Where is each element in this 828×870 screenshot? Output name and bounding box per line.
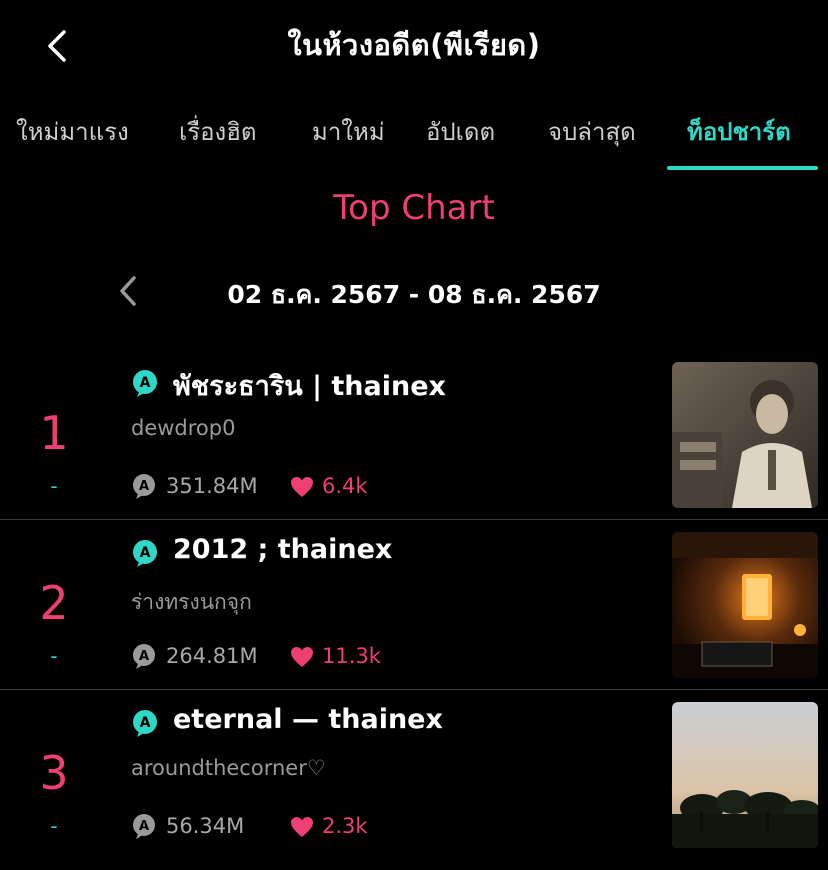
svg-text:A: A bbox=[140, 375, 151, 391]
active-tab-indicator bbox=[667, 166, 818, 170]
svg-text:A: A bbox=[139, 649, 149, 664]
row-divider bbox=[0, 689, 828, 690]
views-icon: A bbox=[133, 644, 155, 669]
tab-trending[interactable]: ใหม่มาแรง bbox=[16, 112, 129, 151]
story-cover[interactable] bbox=[672, 702, 818, 848]
date-range: 02 ธ.ค. 2567 - 08 ธ.ค. 2567 bbox=[227, 280, 601, 309]
chart-heading: Top Chart bbox=[333, 188, 495, 228]
svg-text:A: A bbox=[140, 715, 151, 731]
row-divider bbox=[0, 519, 828, 520]
heart-icon bbox=[291, 477, 313, 497]
story-cover[interactable] bbox=[672, 532, 818, 678]
views-icon: A bbox=[133, 814, 155, 839]
story-title[interactable]: eternal — thainex bbox=[173, 704, 443, 735]
svg-text:A: A bbox=[139, 479, 149, 494]
view-count: 56.34M bbox=[166, 814, 245, 838]
tab-completed[interactable]: จบล่าสุด bbox=[548, 112, 636, 151]
rank-change: - bbox=[50, 644, 58, 668]
chart-row[interactable]: 2 - A 2012 ; thainex ร่างทรงนกจุก A 264.… bbox=[0, 530, 828, 700]
rank-number: 2 bbox=[39, 576, 69, 630]
app-header: ในห้วงอดีต(พีเรียด) bbox=[0, 0, 828, 90]
story-title[interactable]: 2012 ; thainex bbox=[173, 534, 392, 565]
view-count: 351.84M bbox=[166, 474, 258, 498]
rank-number: 1 bbox=[39, 406, 69, 460]
tab-updated[interactable]: อัปเดต bbox=[426, 112, 495, 151]
story-author[interactable]: aroundthecorner♡ bbox=[131, 756, 326, 780]
rank-change: - bbox=[50, 814, 58, 838]
tab-new[interactable]: มาใหม่ bbox=[312, 112, 385, 151]
like-count: 11.3k bbox=[322, 644, 381, 668]
story-title[interactable]: พัชระธาริน | thainex bbox=[173, 364, 446, 407]
heart-icon bbox=[291, 647, 313, 667]
story-author[interactable]: ร่างทรงนกจุก bbox=[131, 586, 252, 619]
story-badge-icon: A bbox=[133, 710, 157, 737]
rank-change: - bbox=[50, 474, 58, 498]
heart-icon bbox=[291, 817, 313, 837]
story-author[interactable]: dewdrop0 bbox=[131, 416, 235, 440]
svg-text:A: A bbox=[139, 819, 149, 834]
story-badge-icon: A bbox=[133, 370, 157, 397]
chart-row[interactable]: 1 - A พัชระธาริน | thainex dewdrop0 A 35… bbox=[0, 360, 828, 530]
view-count: 264.81M bbox=[166, 644, 258, 668]
story-badge-icon: A bbox=[133, 540, 157, 567]
category-tabs: ใหม่มาแรง เรื่องฮิต มาใหม่ อัปเดต จบล่าส… bbox=[0, 100, 828, 172]
views-icon: A bbox=[133, 474, 155, 499]
like-count: 2.3k bbox=[322, 814, 368, 838]
page-title: ในห้วงอดีต(พีเรียด) bbox=[287, 28, 541, 62]
like-count: 6.4k bbox=[322, 474, 368, 498]
tab-hits[interactable]: เรื่องฮิต bbox=[179, 112, 256, 151]
svg-text:A: A bbox=[140, 545, 151, 561]
tab-top-chart[interactable]: ท็อปชาร์ต bbox=[687, 112, 791, 151]
story-cover[interactable] bbox=[672, 362, 818, 508]
rank-number: 3 bbox=[39, 746, 69, 800]
chart-row[interactable]: 3 - A eternal — thainex aroundthecorner♡… bbox=[0, 700, 828, 870]
